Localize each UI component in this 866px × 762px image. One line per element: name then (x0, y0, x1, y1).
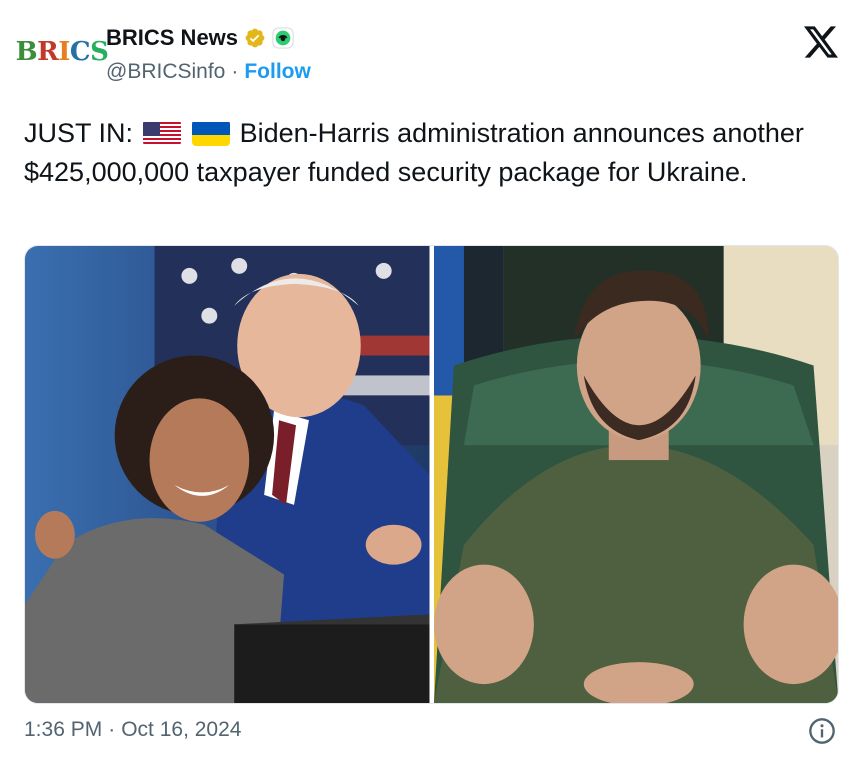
affiliate-badge-icon (272, 27, 294, 49)
tweet-body: Biden-Harris administration announces an… (24, 118, 804, 187)
tweet-text: JUST IN: Biden-Harris administration ann… (24, 114, 834, 192)
x-logo-icon[interactable] (804, 26, 838, 58)
verified-badge-icon (245, 28, 265, 48)
tweet-prefix: JUST IN: (24, 118, 134, 148)
zelensky-portrait-photo[interactable] (433, 246, 838, 703)
timestamp-separator: · (108, 718, 116, 741)
tweet-date: Oct 16, 2024 (121, 718, 242, 741)
info-icon[interactable] (808, 717, 836, 745)
handle-separator: · (231, 60, 239, 83)
avatar-logo: BRICS (15, 37, 109, 67)
tweet-card: BRICS BRICS News @BRICSinfo · Follow JUS… (0, 0, 866, 762)
author-handle-row: @BRICSinfo · Follow (106, 60, 311, 84)
tweet-timestamp[interactable]: 1:36 PM · Oct 16, 2024 (24, 718, 241, 742)
us-flag-icon (142, 120, 181, 146)
tweet-time: 1:36 PM (24, 718, 103, 741)
author-display-name[interactable]: BRICS News (106, 25, 238, 51)
harris-biden-hug-photo[interactable] (25, 246, 430, 703)
ukraine-flag-icon (192, 120, 231, 146)
follow-button[interactable]: Follow (244, 60, 311, 84)
author-avatar[interactable]: BRICS (16, 24, 109, 80)
author-handle[interactable]: @BRICSinfo (106, 60, 225, 84)
author-name-row: BRICS News (106, 25, 294, 51)
tweet-media (24, 245, 839, 704)
